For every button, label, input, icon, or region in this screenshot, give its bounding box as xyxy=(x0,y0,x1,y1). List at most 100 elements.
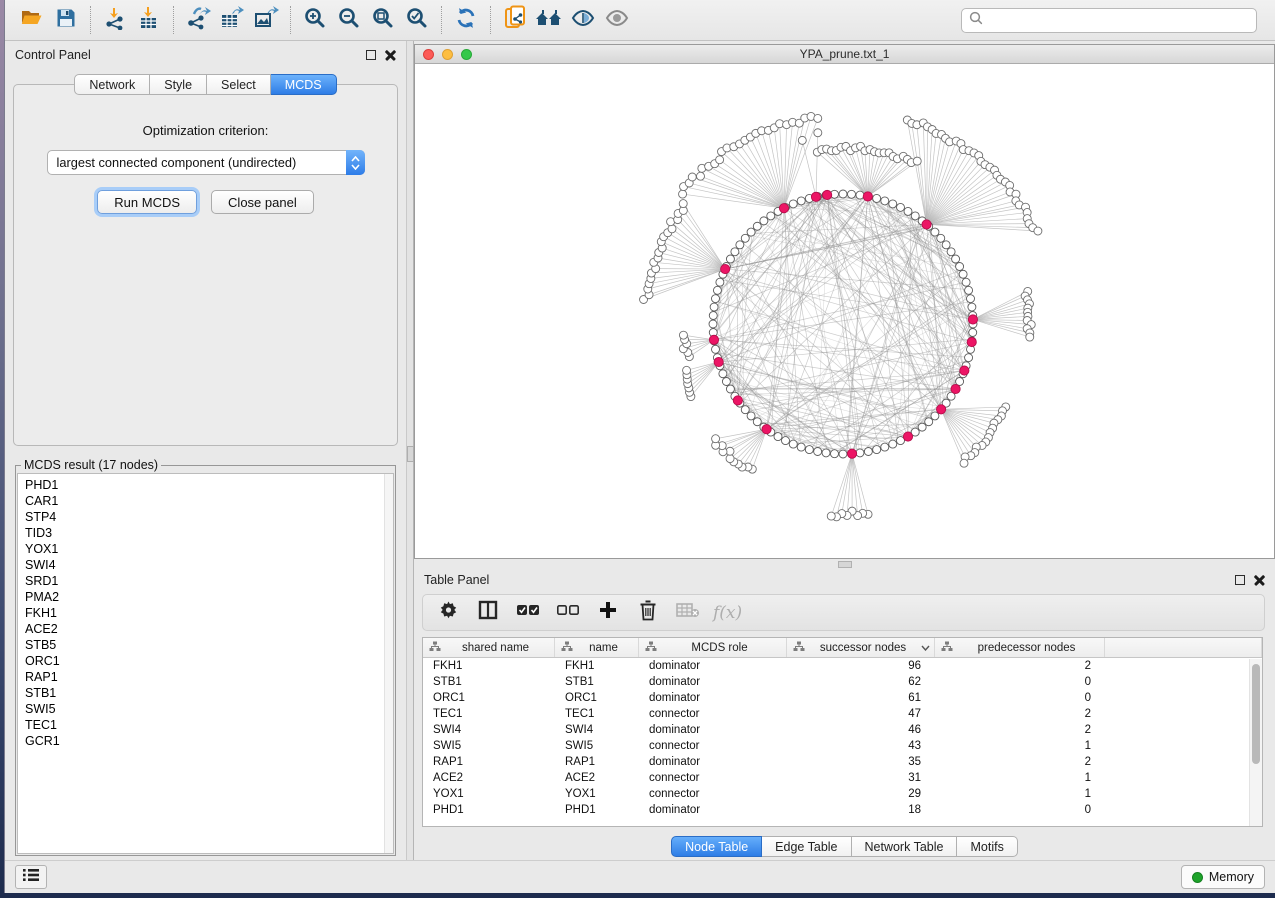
network-node[interactable] xyxy=(716,278,724,286)
network-node[interactable] xyxy=(711,295,719,303)
column-header-name[interactable]: name xyxy=(555,638,639,657)
tab-motifs[interactable]: Motifs xyxy=(957,836,1017,857)
network-node[interactable] xyxy=(830,450,838,458)
network-node[interactable] xyxy=(719,370,727,378)
network-node[interactable] xyxy=(896,203,904,211)
network-node[interactable] xyxy=(968,303,976,311)
close-table-panel-icon[interactable] xyxy=(1254,575,1265,586)
float-panel-icon[interactable] xyxy=(366,50,376,60)
search-box[interactable] xyxy=(961,8,1257,33)
network-hub-node[interactable] xyxy=(863,192,872,201)
home-pages-button[interactable] xyxy=(532,4,566,36)
result-list-item[interactable]: RAP1 xyxy=(25,669,393,685)
network-leaf-node[interactable] xyxy=(712,435,720,443)
network-node[interactable] xyxy=(760,217,768,225)
result-list-item[interactable]: SWI4 xyxy=(25,557,393,573)
column-header-successor-nodes[interactable]: successor nodes xyxy=(787,638,935,657)
close-window-icon[interactable] xyxy=(423,49,434,60)
column-header-shared-name[interactable]: shared name xyxy=(423,638,555,657)
network-node[interactable] xyxy=(864,448,872,456)
result-list-item[interactable]: STB1 xyxy=(25,685,393,701)
table-row[interactable]: YOX1YOX1connector291 xyxy=(423,786,1262,802)
result-list-item[interactable]: FKH1 xyxy=(25,605,393,621)
search-input[interactable] xyxy=(984,13,1250,27)
network-node[interactable] xyxy=(965,286,973,294)
column-visibility-button[interactable] xyxy=(473,598,503,628)
network-leaf-node[interactable] xyxy=(814,129,822,137)
network-node[interactable] xyxy=(937,234,945,242)
network-node[interactable] xyxy=(889,200,897,208)
maximize-window-icon[interactable] xyxy=(461,49,472,60)
network-window-titlebar[interactable]: YPA_prune.txt_1 xyxy=(415,45,1274,64)
result-list-item[interactable]: PMA2 xyxy=(25,589,393,605)
close-panel-icon[interactable] xyxy=(385,50,396,61)
network-leaf-node[interactable] xyxy=(679,331,687,339)
float-table-panel-icon[interactable] xyxy=(1235,575,1245,585)
table-scrollbar[interactable] xyxy=(1249,659,1262,826)
zoom-selected-button[interactable] xyxy=(400,4,434,36)
deselect-all-button[interactable] xyxy=(553,598,583,628)
show-panel-button[interactable] xyxy=(600,4,634,36)
network-hub-node[interactable] xyxy=(847,449,856,458)
network-node[interactable] xyxy=(856,191,864,199)
network-node[interactable] xyxy=(789,200,797,208)
column-header-predecessor-nodes[interactable]: predecessor nodes xyxy=(935,638,1105,657)
network-hub-node[interactable] xyxy=(937,405,946,414)
tab-style[interactable]: Style xyxy=(150,74,207,95)
gear-button[interactable] xyxy=(433,598,463,628)
tab-edge-table[interactable]: Edge Table xyxy=(762,836,851,857)
result-list-item[interactable]: TEC1 xyxy=(25,717,393,733)
tab-network[interactable]: Network xyxy=(74,74,150,95)
network-hub-node[interactable] xyxy=(779,204,788,213)
network-node[interactable] xyxy=(741,406,749,414)
network-node[interactable] xyxy=(710,303,718,311)
network-node[interactable] xyxy=(782,437,790,445)
network-node[interactable] xyxy=(741,234,749,242)
network-node[interactable] xyxy=(736,241,744,249)
network-node[interactable] xyxy=(747,412,755,420)
network-node[interactable] xyxy=(839,190,847,198)
table-row[interactable]: PHD1PHD1dominator180 xyxy=(423,802,1262,818)
network-hub-node[interactable] xyxy=(968,315,977,324)
table-row[interactable]: RAP1RAP1dominator352 xyxy=(423,754,1262,770)
apply-layout-button[interactable] xyxy=(449,4,483,36)
network-leaf-node[interactable] xyxy=(798,136,806,144)
network-leaf-node[interactable] xyxy=(1034,227,1042,235)
table-row[interactable]: FKH1FKH1dominator962 xyxy=(423,658,1262,674)
minimize-window-icon[interactable] xyxy=(442,49,453,60)
network-node[interactable] xyxy=(959,270,967,278)
table-row[interactable]: ORC1ORC1dominator610 xyxy=(423,690,1262,706)
result-list-item[interactable]: CAR1 xyxy=(25,493,393,509)
result-list-item[interactable]: TID3 xyxy=(25,525,393,541)
network-leaf-node[interactable] xyxy=(683,366,691,374)
network-node[interactable] xyxy=(967,295,975,303)
network-leaf-node[interactable] xyxy=(726,455,734,463)
zoom-out-button[interactable] xyxy=(332,4,366,36)
network-hub-node[interactable] xyxy=(709,335,718,344)
result-list-item[interactable]: PHD1 xyxy=(25,477,393,493)
network-node[interactable] xyxy=(956,263,964,271)
network-leaf-node[interactable] xyxy=(668,225,676,233)
vertical-splitter[interactable] xyxy=(406,41,414,860)
network-node[interactable] xyxy=(889,440,897,448)
network-leaf-node[interactable] xyxy=(688,173,696,181)
result-list-item[interactable]: SRD1 xyxy=(25,573,393,589)
network-node[interactable] xyxy=(789,440,797,448)
result-list-item[interactable]: ORC1 xyxy=(25,653,393,669)
export-network-button[interactable] xyxy=(181,4,215,36)
network-leaf-node[interactable] xyxy=(827,512,835,520)
tab-mcds[interactable]: MCDS xyxy=(271,74,337,95)
share-document-button[interactable] xyxy=(498,4,532,36)
export-image-button[interactable] xyxy=(249,4,283,36)
network-canvas[interactable] xyxy=(415,64,1274,558)
table-row[interactable]: SWI5SWI5connector431 xyxy=(423,738,1262,754)
network-hub-node[interactable] xyxy=(922,220,931,229)
network-node[interactable] xyxy=(839,450,847,458)
network-hub-node[interactable] xyxy=(960,366,969,375)
network-hub-node[interactable] xyxy=(951,384,960,393)
network-node[interactable] xyxy=(822,449,830,457)
network-node[interactable] xyxy=(713,286,721,294)
select-all-button[interactable] xyxy=(513,598,543,628)
network-leaf-node[interactable] xyxy=(960,459,968,467)
network-leaf-node[interactable] xyxy=(696,172,704,180)
